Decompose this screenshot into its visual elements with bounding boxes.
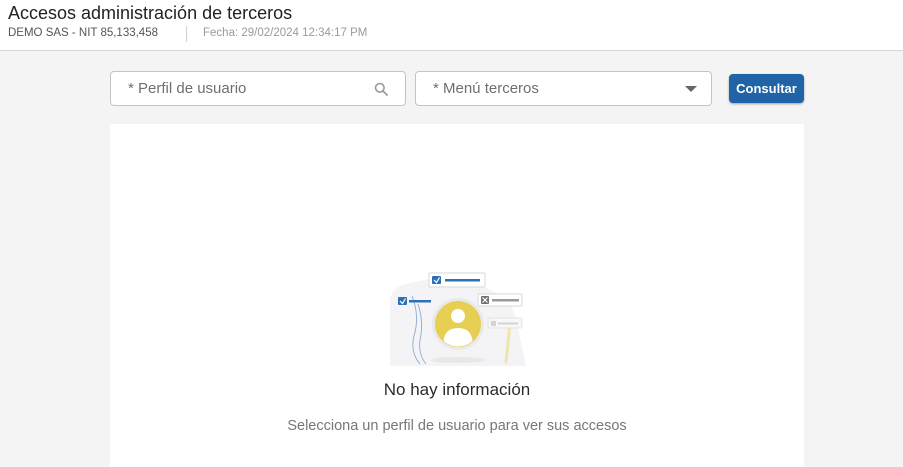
consult-button[interactable]: Consultar — [729, 74, 804, 103]
empty-state-illustration — [390, 272, 526, 366]
empty-state-subtitle: Selecciona un perfil de usuario para ver… — [287, 418, 627, 434]
page-title: Accesos administración de terceros — [8, 3, 293, 23]
profile-search-field[interactable] — [110, 71, 406, 106]
header-divider — [186, 26, 187, 42]
search-icon — [374, 82, 388, 96]
results-panel: No hay información Selecciona un perfil … — [110, 124, 804, 467]
empty-state-title: No hay información — [383, 380, 531, 399]
caret-down-icon[interactable] — [685, 86, 697, 92]
company-name: DEMO SAS - NIT 85,133,458 — [8, 27, 158, 39]
header-date: Fecha: 29/02/2024 12:34:17 PM — [203, 27, 368, 39]
menu-select-placeholder: * Menú terceros — [433, 80, 539, 97]
page-header: Accesos administración de terceros DEMO … — [0, 0, 903, 51]
menu-terceros-select[interactable]: * Menú terceros — [415, 71, 712, 106]
profile-search-input[interactable] — [111, 72, 405, 105]
